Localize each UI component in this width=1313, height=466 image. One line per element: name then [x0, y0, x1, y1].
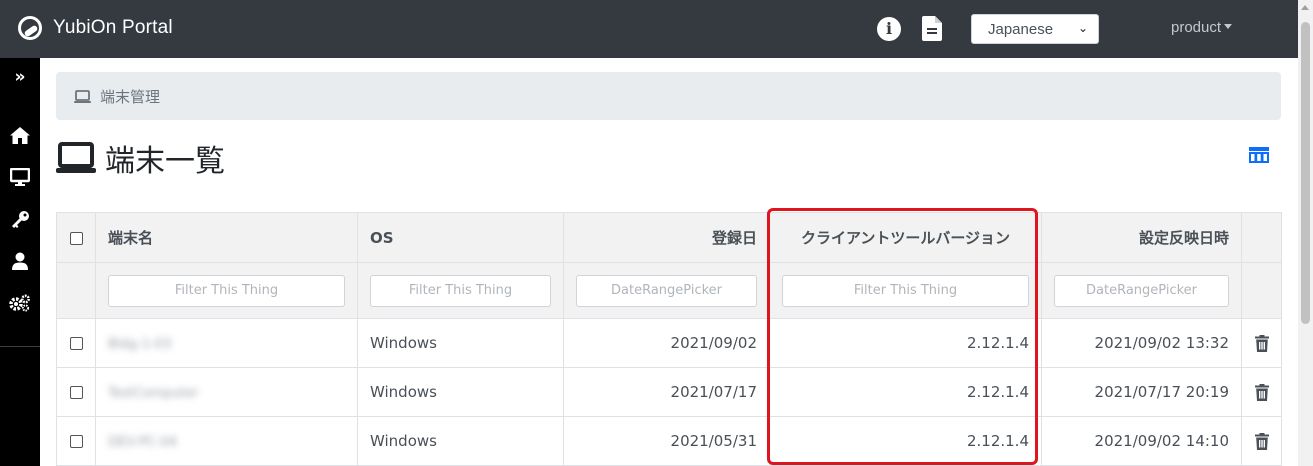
table-row[interactable]: DEV-PC-04 Windows 2021/05/31 2.12.1.4 20… [56, 416, 1282, 466]
row-checkbox[interactable] [69, 435, 83, 448]
name-filter-input[interactable]: Filter This Thing [108, 274, 345, 307]
columns-icon[interactable] [1249, 147, 1269, 163]
os-cell: Windows [357, 416, 564, 466]
info-icon[interactable]: i [877, 17, 901, 41]
client-version-filter-input[interactable]: Filter This Thing [782, 274, 1029, 307]
user-icon [12, 252, 28, 270]
select-all-cell [56, 212, 96, 263]
row-checkbox[interactable] [69, 337, 83, 350]
applied-datetime-cell: 2021/09/02 13:32 [1041, 318, 1242, 368]
sidebar-item-home[interactable] [0, 122, 40, 148]
row-select-cell [56, 416, 96, 466]
row-select-cell [56, 318, 96, 368]
delete-cell [1241, 318, 1282, 368]
breadcrumb-current: 端末管理 [100, 87, 161, 106]
table-row[interactable]: Bldg-1-03 Windows 2021/09/02 2.12.1.4 20… [56, 318, 1282, 368]
client-version-cell: 2.12.1.4 [769, 318, 1042, 368]
sidebar-item-keys[interactable] [0, 206, 40, 232]
key-icon [12, 211, 29, 228]
client-version-cell: 2.12.1.4 [769, 416, 1042, 466]
user-menu[interactable]: product [1171, 19, 1233, 36]
filter-spacer [1241, 262, 1282, 319]
registered-date-range-picker[interactable]: DateRangePicker [576, 274, 757, 307]
language-select[interactable]: Japanese ⌄ [971, 14, 1099, 44]
column-header-os[interactable]: OS [357, 212, 564, 263]
device-name[interactable]: DEV-PC-04 [108, 435, 177, 450]
document-icon[interactable] [922, 16, 942, 41]
laptop-icon [74, 89, 91, 103]
filter-cell-applied: DateRangePicker [1041, 262, 1242, 319]
sidebar: » [0, 58, 40, 466]
user-menu-label: product [1171, 19, 1222, 36]
breadcrumb: 端末管理 [56, 72, 1281, 120]
app-title: YubiOn Portal [53, 17, 173, 38]
table-filter-row: Filter This Thing Filter This Thing Date… [56, 262, 1282, 319]
laptop-icon [56, 142, 96, 173]
filter-cell-client-version: Filter This Thing [769, 262, 1042, 319]
filter-spacer [56, 262, 96, 319]
sidebar-item-users[interactable] [0, 248, 40, 274]
gears-icon [9, 294, 30, 312]
caret-down-icon [1224, 23, 1233, 29]
os-filter-input[interactable]: Filter This Thing [370, 274, 551, 307]
sidebar-item-settings[interactable] [0, 290, 40, 316]
device-table: 端末名 OS 登録日 クライアントツールバージョン 設定反映日時 Filter … [56, 212, 1282, 466]
sidebar-item-devices[interactable] [0, 164, 40, 190]
filter-cell-registered: DateRangePicker [563, 262, 770, 319]
filter-cell-name: Filter This Thing [95, 262, 358, 319]
top-navbar: YubiOn Portal i Japanese ⌄ product [0, 0, 1298, 58]
sidebar-expand-button[interactable]: » [0, 64, 40, 90]
row-select-cell [56, 367, 96, 417]
delete-cell [1241, 367, 1282, 417]
registered-date-cell: 2021/09/02 [563, 318, 770, 368]
trash-icon[interactable] [1254, 433, 1269, 450]
device-name-cell: TestComputer [95, 367, 358, 417]
table-row[interactable]: TestComputer Windows 2021/07/17 2.12.1.4… [56, 367, 1282, 417]
client-version-cell: 2.12.1.4 [769, 367, 1042, 417]
chevron-down-icon: ⌄ [1077, 21, 1088, 35]
os-cell: Windows [357, 318, 564, 368]
applied-datetime-cell: 2021/09/02 14:10 [1041, 416, 1242, 466]
applied-datetime-cell: 2021/07/17 20:19 [1041, 367, 1242, 417]
home-icon [10, 126, 30, 144]
brand[interactable]: YubiOn Portal [18, 16, 173, 40]
table-header-row: 端末名 OS 登録日 クライアントツールバージョン 設定反映日時 [56, 212, 1282, 263]
column-header-actions [1241, 212, 1282, 263]
trash-icon[interactable] [1254, 335, 1269, 352]
device-name[interactable]: TestComputer [108, 386, 198, 401]
scroll-up-arrow-icon[interactable] [1301, 5, 1309, 10]
applied-date-range-picker[interactable]: DateRangePicker [1054, 274, 1229, 307]
registered-date-cell: 2021/07/17 [563, 367, 770, 417]
device-name-cell: Bldg-1-03 [95, 318, 358, 368]
double-chevron-right-icon: » [14, 67, 26, 87]
registered-date-cell: 2021/05/31 [563, 416, 770, 466]
filter-cell-os: Filter This Thing [357, 262, 564, 319]
device-name-cell: DEV-PC-04 [95, 416, 358, 466]
vertical-scrollbar[interactable] [1298, 0, 1313, 466]
brand-logo-icon [18, 16, 42, 40]
device-name[interactable]: Bldg-1-03 [108, 337, 171, 352]
scrollbar-thumb[interactable] [1301, 22, 1310, 324]
column-header-name[interactable]: 端末名 [95, 212, 358, 263]
column-header-applied[interactable]: 設定反映日時 [1041, 212, 1242, 263]
os-cell: Windows [357, 367, 564, 417]
monitor-icon [10, 168, 30, 186]
column-header-registered[interactable]: 登録日 [563, 212, 770, 263]
delete-cell [1241, 416, 1282, 466]
language-select-value: Japanese [988, 21, 1054, 38]
page-title: 端末一覧 [105, 144, 225, 179]
sidebar-divider [0, 346, 40, 347]
row-checkbox[interactable] [69, 386, 83, 399]
page-header: 端末一覧 [56, 136, 225, 180]
column-header-client-version[interactable]: クライアントツールバージョン [769, 212, 1042, 263]
select-all-checkbox[interactable] [69, 231, 83, 245]
trash-icon[interactable] [1254, 384, 1269, 401]
